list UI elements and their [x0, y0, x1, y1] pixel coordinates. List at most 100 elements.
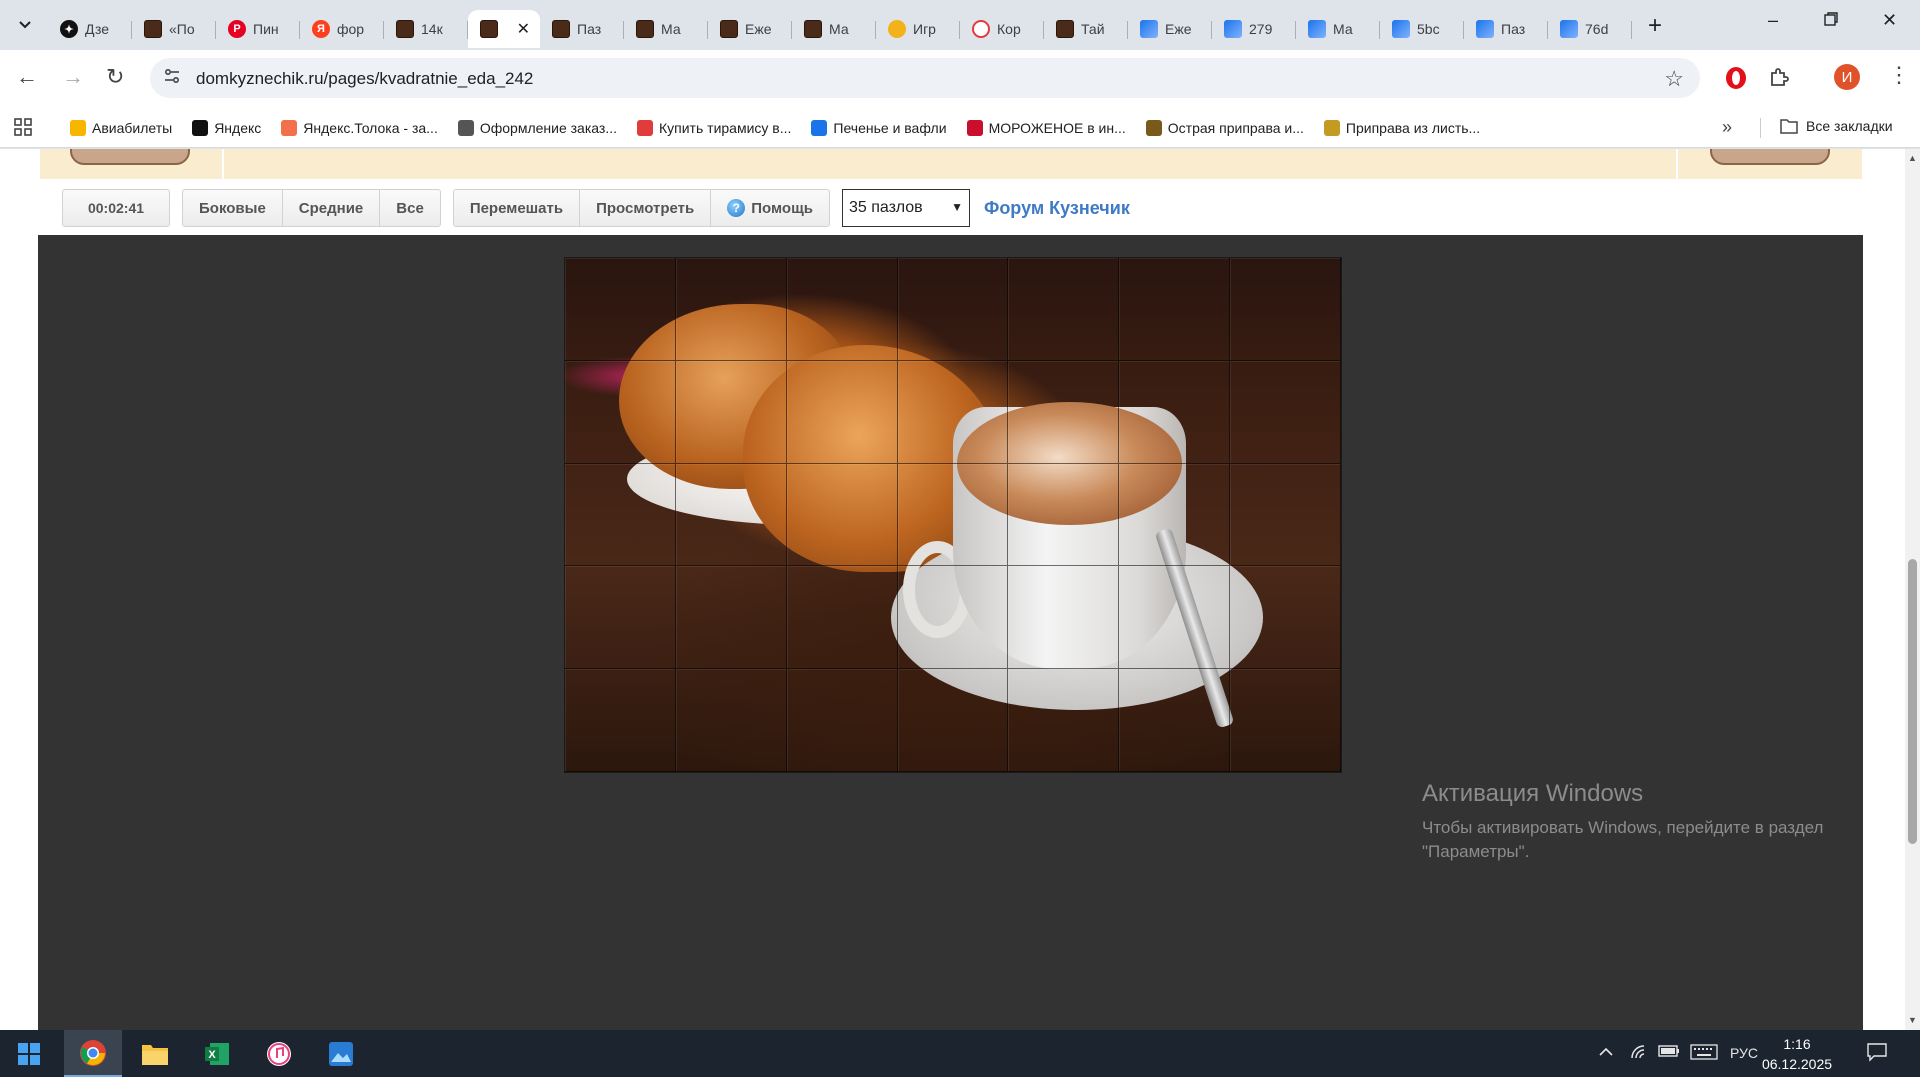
browser-menu-button[interactable]: ⋮ [1888, 62, 1910, 88]
header-nav-tab[interactable] [1710, 149, 1830, 165]
opera-extension-icon[interactable] [1724, 66, 1748, 95]
minimize-button[interactable]: – [1768, 10, 1778, 31]
taskbar-chrome[interactable] [64, 1030, 122, 1077]
tab[interactable]: P Пин [216, 10, 300, 48]
restore-button[interactable] [1824, 10, 1838, 31]
keyboard-icon[interactable] [1690, 1044, 1718, 1063]
forward-button[interactable]: → [62, 64, 84, 90]
bookmark-item[interactable]: Купить тирамису в... [637, 120, 791, 136]
tab[interactable]: Кор [960, 10, 1044, 48]
all-bookmarks-button[interactable]: Все закладки [1780, 118, 1893, 134]
puzzle-piece[interactable] [1008, 258, 1120, 361]
puzzle-piece[interactable] [675, 669, 787, 772]
tab[interactable]: 14к [384, 10, 468, 48]
notifications-icon[interactable] [1866, 1042, 1888, 1065]
puzzle-piece[interactable] [897, 258, 1009, 361]
show-hidden-icons-icon[interactable] [1598, 1044, 1614, 1060]
puzzle-piece[interactable] [675, 360, 787, 464]
header-nav-tab[interactable] [70, 149, 190, 165]
bookmark-item[interactable]: Яндекс.Толока - за... [281, 120, 438, 136]
reload-button[interactable]: ↻ [106, 64, 124, 90]
puzzle-piece[interactable] [897, 360, 1009, 464]
puzzle-piece[interactable] [675, 258, 787, 361]
puzzle-piece[interactable] [675, 463, 787, 567]
puzzle-piece[interactable] [1008, 566, 1120, 670]
tab[interactable]: 279 [1212, 10, 1296, 48]
taskbar-itunes[interactable] [250, 1030, 308, 1077]
taskbar-photos[interactable] [312, 1030, 370, 1077]
extensions-puzzle-icon[interactable] [1768, 66, 1790, 93]
puzzle-piece[interactable] [1008, 669, 1120, 772]
bookmark-item[interactable]: Приправа из листь... [1323, 120, 1480, 136]
tab[interactable]: Еже [1128, 10, 1212, 48]
shuffle-button[interactable]: Перемешать [454, 190, 581, 226]
site-info-icon[interactable] [164, 68, 180, 89]
back-button[interactable]: ← [16, 64, 38, 90]
preview-button[interactable]: Просмотреть [580, 190, 712, 226]
puzzle-piece[interactable] [786, 258, 898, 361]
puzzle-piece[interactable] [1119, 258, 1231, 361]
puzzle-piece[interactable] [565, 669, 676, 772]
bookmark-item[interactable]: Авиабилеты [70, 120, 172, 136]
battery-icon[interactable] [1658, 1044, 1680, 1061]
scroll-up-arrow-icon[interactable]: ▲ [1908, 153, 1917, 163]
bookmark-item[interactable]: Оформление заказ... [457, 120, 617, 136]
new-tab-button[interactable]: + [1648, 12, 1662, 40]
puzzle-piece[interactable] [897, 463, 1009, 567]
puzzle-piece[interactable] [1230, 360, 1341, 464]
puzzle-piece[interactable] [1008, 360, 1120, 464]
network-icon[interactable] [1630, 1044, 1650, 1063]
puzzle-piece[interactable] [786, 669, 898, 772]
tab[interactable]: Ма [792, 10, 876, 48]
tab[interactable]: ✦ Дзе [48, 10, 132, 48]
puzzle-piece[interactable] [1119, 566, 1231, 670]
tab[interactable]: Игр [876, 10, 960, 48]
tab-active[interactable]: ✕ [468, 10, 540, 48]
help-button[interactable]: ? Помощь [711, 190, 829, 226]
puzzle-piece[interactable] [565, 360, 676, 464]
puzzle-piece[interactable] [786, 360, 898, 464]
window-close-button[interactable]: ✕ [1882, 10, 1897, 31]
tab[interactable]: Паз [1464, 10, 1548, 48]
tab[interactable]: «По [132, 10, 216, 48]
edge-pieces-button[interactable]: Боковые [183, 190, 283, 226]
start-button[interactable] [0, 1030, 58, 1077]
tab[interactable]: Яфор [300, 10, 384, 48]
tab[interactable]: 5bc [1380, 10, 1464, 48]
bookmark-item[interactable]: Печенье и вафли [811, 120, 947, 136]
bookmark-item[interactable]: МОРОЖЕНОЕ в ин... [966, 120, 1126, 136]
bookmark-item[interactable]: Острая приправа и... [1145, 120, 1304, 136]
middle-pieces-button[interactable]: Средние [283, 190, 381, 226]
tab[interactable]: Тай [1044, 10, 1128, 48]
more-bookmarks-icon[interactable]: » [1722, 117, 1732, 138]
puzzle-piece[interactable] [1230, 566, 1341, 670]
scroll-down-arrow-icon[interactable]: ▼ [1908, 1015, 1917, 1025]
tab[interactable]: Ма [1296, 10, 1380, 48]
bookmark-star-icon[interactable]: ☆ [1664, 66, 1684, 92]
page-scrollbar[interactable]: ▲ ▼ [1905, 149, 1920, 1030]
puzzle-piece[interactable] [1008, 463, 1120, 567]
puzzle-piece[interactable] [565, 566, 676, 670]
puzzle-piece[interactable] [1119, 360, 1231, 464]
taskbar-explorer[interactable] [126, 1030, 184, 1077]
forum-link[interactable]: Форум Кузнечик [984, 198, 1130, 219]
apps-grid-icon[interactable] [14, 118, 32, 141]
tab[interactable]: 76d [1548, 10, 1632, 48]
pieces-count-select[interactable]: 35 пазлов ▼ [841, 189, 970, 227]
address-bar[interactable]: domkyznechik.ru/pages/kvadratnie_eda_242… [150, 58, 1700, 98]
tab[interactable]: Паз [540, 10, 624, 48]
tab-close-icon[interactable]: ✕ [517, 19, 530, 39]
tab-search-button[interactable] [10, 12, 40, 38]
puzzle-piece[interactable] [1230, 258, 1341, 361]
taskbar-clock[interactable]: 1:16 06.12.2025 [1752, 1034, 1842, 1074]
puzzle-piece[interactable] [565, 258, 676, 361]
puzzle-piece[interactable] [897, 566, 1009, 670]
puzzle-piece[interactable] [1119, 463, 1231, 567]
puzzle-piece[interactable] [786, 566, 898, 670]
taskbar-excel[interactable]: X [188, 1030, 246, 1077]
bookmark-item[interactable]: Яндекс [192, 120, 261, 136]
all-pieces-button[interactable]: Все [380, 190, 440, 226]
puzzle-piece[interactable] [1230, 463, 1341, 567]
puzzle-piece[interactable] [1119, 669, 1231, 772]
puzzle-piece[interactable] [786, 463, 898, 567]
